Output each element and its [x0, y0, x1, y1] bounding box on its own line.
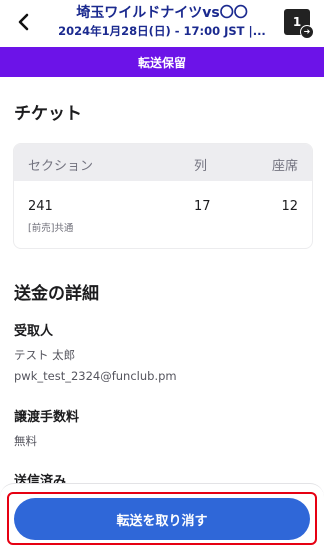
ticket-section-title: チケット — [14, 104, 82, 124]
cancel-transfer-label: 転送を取り消す — [116, 513, 208, 529]
section-value: 241 — [28, 199, 53, 214]
chevron-left-icon — [18, 13, 29, 31]
row-value: 17 — [194, 199, 211, 214]
recipient-name: テスト 太郎 — [14, 348, 76, 362]
column-header-section: セクション — [28, 159, 94, 174]
header-title-block: 埼玉ワイルドナイツvs〇〇 2024年1月28日(日) - 17:00 JST … — [50, 4, 274, 40]
recipient-email: pwk_test_2324@funclub.pm — [14, 369, 177, 383]
ticket-type-note: [前売]共通 — [28, 223, 74, 234]
ticket-table-header: セクション 列 座席 — [14, 144, 312, 181]
ticket-badge-button[interactable]: 1 ➜ — [282, 7, 314, 39]
fee-value: 無料 — [14, 434, 37, 448]
back-button[interactable] — [12, 10, 36, 34]
fee-label: 譲渡手数料 — [14, 410, 80, 425]
ticket-transfer-icon: ➜ — [300, 25, 314, 39]
seat-value: 12 — [281, 199, 298, 214]
ticket-count: 1 — [292, 15, 302, 29]
transfer-details-title: 送金の詳細 — [14, 284, 99, 304]
cancel-transfer-button[interactable]: 転送を取り消す — [14, 498, 310, 540]
event-datetime: 2024年1月28日(日) - 17:00 JST |... — [58, 24, 266, 38]
header-bar: 埼玉ワイルドナイツvs〇〇 2024年1月28日(日) - 17:00 JST … — [0, 0, 324, 47]
column-header-row: 列 — [194, 159, 208, 174]
recipient-label: 受取人 — [14, 324, 54, 339]
status-banner: 転送保留 — [0, 47, 324, 77]
table-row: 241 [前売]共通 17 12 — [14, 181, 312, 247]
status-text: 転送保留 — [137, 55, 186, 70]
main-content[interactable]: チケット セクション 列 座席 241 [前売]共通 17 12 送金の詳細 受… — [0, 77, 324, 552]
ticket-table: セクション 列 座席 241 [前売]共通 17 12 — [13, 143, 313, 249]
column-header-seat: 座席 — [271, 159, 298, 174]
event-title: 埼玉ワイルドナイツvs〇〇 — [76, 5, 248, 21]
